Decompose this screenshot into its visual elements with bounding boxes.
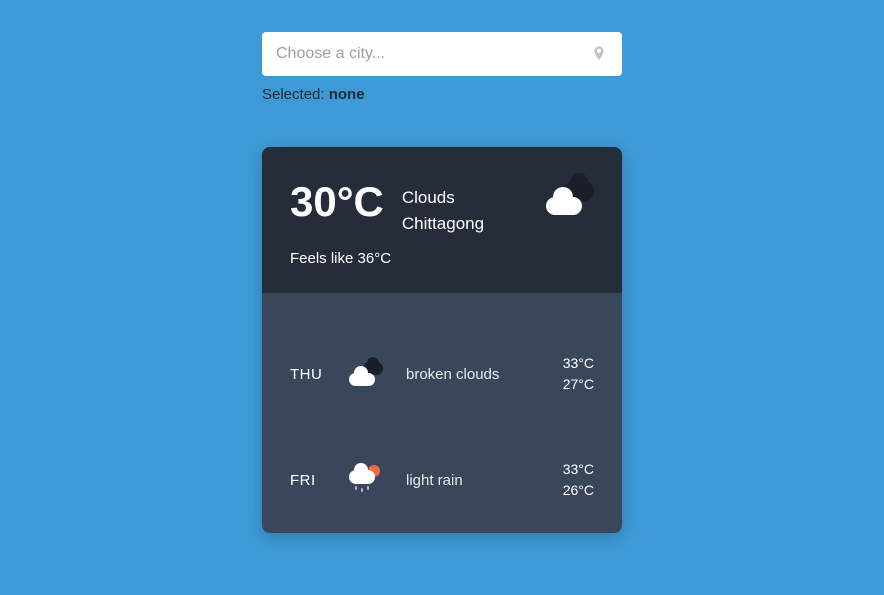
forecast-temps: 33°C 27°C: [563, 353, 594, 395]
forecast-high: 33°C: [563, 353, 594, 374]
city-search-box[interactable]: [262, 32, 622, 76]
forecast-row: THU broken clouds 33°C 27°C: [290, 321, 594, 427]
forecast-row: FRI light rain 33°C 26°C: [290, 427, 594, 533]
selected-value: none: [329, 86, 365, 103]
forecast-desc: light rain: [396, 472, 563, 489]
forecast-day: FRI: [290, 472, 336, 489]
clouds-icon: [546, 181, 594, 215]
forecast-low: 26°C: [563, 480, 594, 501]
clouds-icon: [336, 362, 396, 386]
forecast-low: 27°C: [563, 374, 594, 395]
forecast-high: 33°C: [563, 459, 594, 480]
current-temp: 30°C: [290, 181, 384, 223]
current-condition: Clouds: [402, 185, 528, 211]
selected-city-line: Selected: none: [262, 86, 622, 103]
current-weather-panel: 30°C Clouds Chittagong Feels like 36°C: [262, 147, 622, 293]
feels-like: Feels like 36°C: [290, 250, 594, 267]
forecast-temps: 33°C 26°C: [563, 459, 594, 501]
location-pin-icon: [590, 45, 608, 63]
current-city: Chittagong: [402, 211, 528, 237]
forecast-day: THU: [290, 366, 336, 383]
selected-label: Selected:: [262, 86, 329, 103]
forecast-list: THU broken clouds 33°C 27°C FRI light ra…: [262, 293, 622, 533]
city-search-input[interactable]: [276, 45, 590, 63]
weather-card: 30°C Clouds Chittagong Feels like 36°C T…: [262, 147, 622, 533]
rain-sun-icon: [336, 465, 396, 495]
forecast-desc: broken clouds: [396, 366, 563, 383]
